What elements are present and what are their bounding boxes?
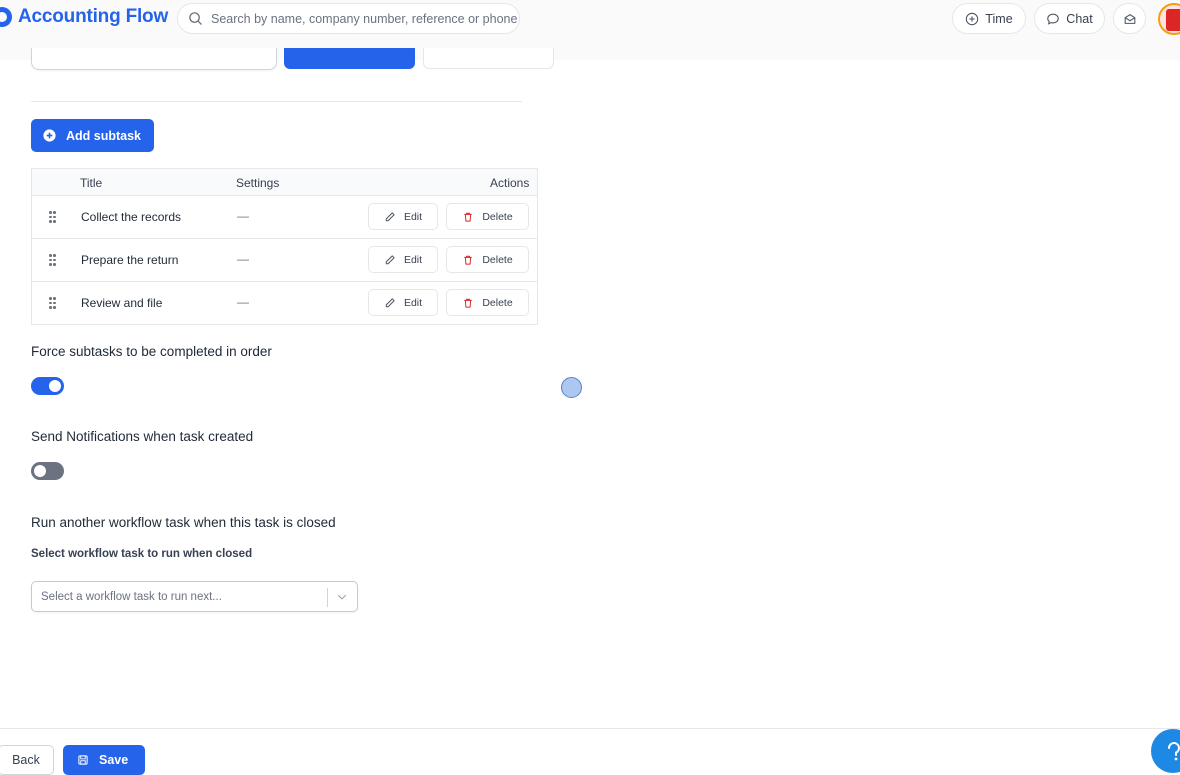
partial-primary-button[interactable] bbox=[284, 48, 415, 69]
help-button[interactable] bbox=[1151, 729, 1180, 773]
back-label: Back bbox=[12, 753, 40, 767]
partial-input-field[interactable] bbox=[31, 48, 277, 70]
search-placeholder: Search by name, company number, referenc… bbox=[211, 11, 518, 26]
section-divider bbox=[31, 101, 522, 102]
search-input[interactable]: Search by name, company number, referenc… bbox=[177, 3, 520, 34]
pencil-icon bbox=[385, 211, 395, 221]
save-label: Save bbox=[99, 753, 129, 767]
logo-mark-icon bbox=[0, 7, 12, 27]
time-button[interactable]: Time bbox=[952, 3, 1026, 34]
edit-label: Edit bbox=[403, 296, 423, 309]
subtask-title: Prepare the return bbox=[81, 253, 179, 267]
delete-label: Delete bbox=[482, 296, 513, 309]
help-icon bbox=[1168, 742, 1180, 761]
app-logo[interactable]: Accounting Flow bbox=[0, 6, 168, 28]
column-actions: Actions bbox=[490, 176, 530, 190]
chat-icon bbox=[1047, 13, 1060, 25]
mail-icon bbox=[1124, 13, 1135, 24]
table-row: Review and file — Edit Delete bbox=[32, 282, 537, 325]
workflow-task-select[interactable]: Select a workflow task to run next... bbox=[31, 581, 358, 612]
notify-label: Send Notifications when task created bbox=[31, 429, 254, 444]
chat-button[interactable]: Chat bbox=[1034, 3, 1105, 34]
inbox-button[interactable] bbox=[1113, 3, 1146, 34]
edit-label: Edit bbox=[403, 253, 423, 266]
toggle-knob bbox=[49, 380, 61, 392]
subtask-title: Review and file bbox=[81, 296, 163, 310]
subtasks-table: Title Settings Actions Collect the recor… bbox=[31, 168, 538, 325]
pencil-icon bbox=[385, 297, 395, 307]
select-separator bbox=[327, 588, 328, 607]
drag-handle-icon[interactable] bbox=[49, 297, 57, 309]
search-icon bbox=[189, 12, 202, 25]
footer-divider bbox=[0, 728, 1180, 729]
plus-circle-icon bbox=[43, 129, 56, 142]
plus-circle-icon bbox=[966, 12, 979, 25]
table-row: Prepare the return — Edit Delete bbox=[32, 239, 537, 282]
force-order-toggle[interactable] bbox=[31, 377, 64, 395]
table-header: Title Settings Actions bbox=[32, 169, 537, 196]
add-subtask-button[interactable]: Add subtask bbox=[31, 119, 154, 152]
edit-label: Edit bbox=[403, 210, 423, 223]
notify-toggle[interactable] bbox=[31, 462, 64, 480]
subtask-settings: — bbox=[237, 295, 249, 309]
delete-button[interactable]: Delete bbox=[446, 203, 529, 230]
partial-secondary-button[interactable] bbox=[423, 48, 554, 69]
column-settings: Settings bbox=[236, 176, 280, 190]
subtask-title: Collect the records bbox=[81, 210, 182, 224]
run-another-label: Run another workflow task when this task… bbox=[31, 515, 336, 530]
select-workflow-label: Select workflow task to run when closed bbox=[31, 548, 253, 560]
column-title: Title bbox=[80, 176, 103, 190]
app-name: Accounting Flow bbox=[18, 6, 169, 27]
drag-handle-icon[interactable] bbox=[49, 211, 57, 223]
mouse-cursor-indicator bbox=[561, 377, 582, 398]
edit-button[interactable]: Edit bbox=[368, 289, 438, 316]
avatar[interactable] bbox=[1158, 3, 1180, 35]
select-placeholder: Select a workflow task to run next... bbox=[41, 591, 222, 603]
pencil-icon bbox=[385, 254, 395, 264]
chat-label: Chat bbox=[1066, 11, 1093, 26]
table-row: Collect the records — Edit Delete bbox=[32, 196, 537, 239]
delete-button[interactable]: Delete bbox=[446, 289, 529, 316]
chevron-down-icon[interactable] bbox=[336, 591, 348, 603]
force-order-label: Force subtasks to be completed in order bbox=[31, 344, 272, 359]
edit-button[interactable]: Edit bbox=[368, 246, 438, 273]
avatar-image bbox=[1166, 9, 1180, 31]
trash-icon bbox=[464, 298, 473, 308]
subtask-settings: — bbox=[237, 252, 249, 266]
delete-label: Delete bbox=[482, 253, 513, 266]
time-label: Time bbox=[985, 11, 1013, 26]
toggle-knob bbox=[34, 465, 46, 477]
trash-icon bbox=[464, 255, 473, 265]
edit-button[interactable]: Edit bbox=[368, 203, 438, 230]
drag-handle-icon[interactable] bbox=[49, 254, 57, 266]
delete-button[interactable]: Delete bbox=[446, 246, 529, 273]
save-button[interactable]: Save bbox=[63, 745, 145, 775]
delete-label: Delete bbox=[482, 210, 513, 223]
trash-icon bbox=[464, 212, 473, 222]
save-icon bbox=[78, 755, 88, 765]
back-button[interactable]: Back bbox=[0, 745, 54, 775]
subtask-settings: — bbox=[237, 209, 249, 223]
add-subtask-label: Add subtask bbox=[66, 128, 142, 143]
